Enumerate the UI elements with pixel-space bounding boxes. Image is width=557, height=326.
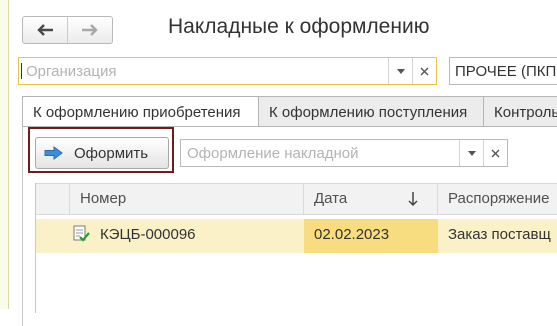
organization-dropdown-button[interactable]: [388, 58, 412, 84]
document-clear-button[interactable]: [483, 140, 507, 166]
organization-field[interactable]: [18, 57, 437, 85]
invoices-table: Номер Дата Распоряжение КЭЦБ-000096 02.0…: [35, 183, 557, 313]
cell-date: 02.02.2023: [304, 219, 438, 253]
arrow-left-icon: [37, 24, 53, 36]
tab-bar: К оформлению приобретения К оформлению п…: [22, 96, 557, 127]
organization-input[interactable]: [21, 63, 388, 79]
left-edge-strip: [0, 0, 9, 309]
tab-purchase-processing[interactable]: К оформлению приобретения: [22, 96, 259, 127]
back-button[interactable]: [23, 17, 67, 43]
close-icon: [491, 149, 500, 157]
forward-button[interactable]: [67, 17, 112, 43]
process-button[interactable]: Оформить: [35, 137, 169, 169]
navigation-buttons: [22, 16, 113, 44]
document-processing-field[interactable]: [180, 139, 508, 167]
document-processing-input[interactable]: [181, 140, 459, 166]
category-selector[interactable]: ПРОЧЕЕ (ПКП: [449, 57, 557, 85]
cell-number: КЭЦБ-000096: [36, 219, 304, 253]
sort-down-arrow-icon: [408, 192, 418, 207]
column-header-date-label: Дата: [314, 190, 348, 207]
arrow-right-icon: [82, 24, 98, 36]
process-button-label: Оформить: [74, 144, 149, 162]
cell-number-value: КЭЦБ-000096: [100, 226, 196, 243]
close-icon: [420, 67, 429, 75]
page-title: Накладные к оформлению: [168, 15, 430, 38]
table-header: Номер Дата Распоряжение: [36, 183, 557, 215]
organization-clear-button[interactable]: [412, 58, 436, 84]
table-row[interactable]: КЭЦБ-000096 02.02.2023 Заказ поставщ: [36, 219, 557, 253]
document-dropdown-button[interactable]: [459, 140, 483, 166]
column-header-number[interactable]: Номер: [70, 184, 304, 214]
cell-order: Заказ поставщ: [448, 226, 551, 243]
tab-receipt-processing[interactable]: К оформлению поступления: [259, 96, 484, 127]
column-header-date[interactable]: Дата: [304, 184, 438, 214]
arrow-right-icon: [44, 146, 64, 160]
tab-control[interactable]: Контроль: [484, 96, 557, 127]
chevron-down-icon: [396, 68, 405, 74]
document-check-icon: [73, 225, 90, 242]
column-header-marker: [36, 184, 70, 214]
chevron-down-icon: [467, 150, 476, 156]
column-header-order[interactable]: Распоряжение: [438, 184, 557, 214]
